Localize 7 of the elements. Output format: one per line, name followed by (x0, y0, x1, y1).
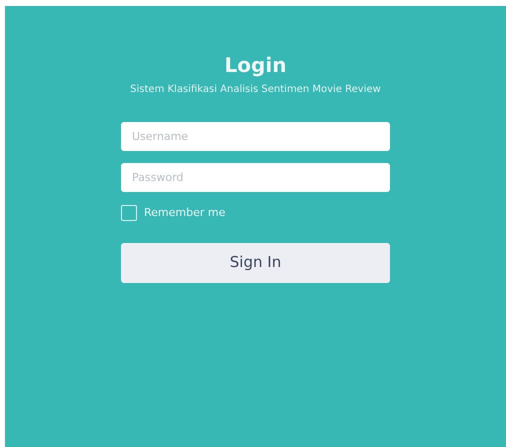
remember-checkbox[interactable] (121, 205, 137, 222)
remember-label: Remember me (144, 205, 226, 221)
login-title: Login (224, 52, 286, 78)
subtitle: Sistem Klasifikasi Analisis Sentimen Movie Review (130, 83, 381, 97)
username-field[interactable]: Username (121, 122, 390, 151)
sign-in-button[interactable]: Sign In (121, 242, 390, 282)
password-field[interactable]: Password (121, 163, 390, 192)
